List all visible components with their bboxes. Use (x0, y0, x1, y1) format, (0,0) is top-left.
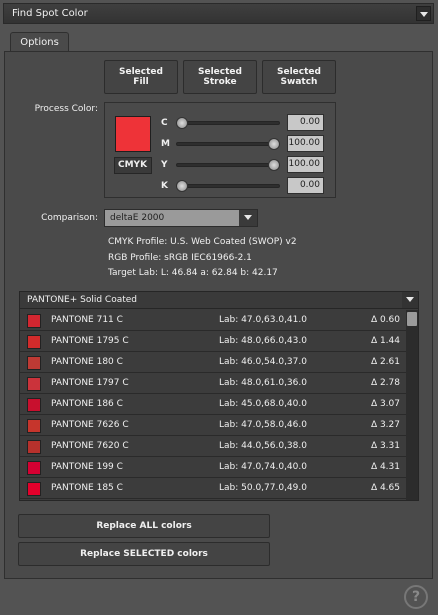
color-name: PANTONE 185 C (51, 483, 123, 493)
color-swatch (27, 314, 41, 328)
library-scrollbar[interactable] (406, 310, 418, 500)
color-name: PANTONE 1797 C (51, 378, 129, 388)
rgb-profile-text: RGB Profile: sRGB IEC61966-2.1 (108, 253, 252, 263)
chevron-down-icon (244, 215, 252, 220)
help-icon[interactable]: ? (404, 585, 428, 609)
channel-slider[interactable] (176, 117, 280, 129)
list-item[interactable]: PANTONE 1795 C Lab: 48.0,66.0,43.0 Δ 1.44 (20, 331, 406, 352)
cmyk-profile-text: CMYK Profile: U.S. Web Coated (SWOP) v2 (108, 237, 297, 247)
delta-value: Δ 3.07 (370, 399, 400, 409)
list-item[interactable]: PANTONE 1797 C Lab: 48.0,61.0,36.0 Δ 2.78 (20, 373, 406, 394)
color-name: PANTONE 186 C (51, 399, 123, 409)
color-library-list: PANTONE+ Solid Coated PANTONE 711 C Lab: … (19, 291, 419, 501)
library-scrollbar-thumb[interactable] (407, 312, 417, 326)
channel-label: K (161, 181, 168, 191)
process-color-label: Process Color: (34, 104, 98, 114)
channel-label: M (161, 139, 170, 149)
channel-slider[interactable] (176, 159, 280, 171)
lab-value: Lab: 47.0,58.0,46.0 (219, 420, 307, 430)
library-name: PANTONE+ Solid Coated (27, 295, 138, 305)
color-name: PANTONE 199 C (51, 462, 123, 472)
channel-label: C (161, 118, 168, 128)
color-swatch (27, 398, 41, 412)
lab-value: Lab: 48.0,66.0,43.0 (219, 336, 307, 346)
panel-title-bar: Find Spot Color (3, 3, 434, 24)
library-dropdown-button[interactable] (402, 292, 418, 308)
color-name: PANTONE 180 C (51, 357, 123, 367)
color-swatch (27, 461, 41, 475)
panel-menu-button[interactable] (416, 6, 431, 21)
replace-selected-button[interactable]: Replace SELECTED colors (18, 542, 270, 566)
comparison-select[interactable]: deltaE 2000 (104, 209, 258, 227)
comparison-value: deltaE 2000 (110, 213, 165, 223)
list-item[interactable]: PANTONE 199 C Lab: 47.0,74.0,40.0 Δ 4.31 (20, 457, 406, 478)
lab-value: Lab: 47.0,74.0,40.0 (219, 462, 307, 472)
lab-value: Lab: 48.0,61.0,36.0 (219, 378, 307, 388)
channel-slider[interactable] (176, 180, 280, 192)
delta-value: Δ 2.78 (370, 378, 400, 388)
selected-stroke-button[interactable]: Selected Stroke (183, 60, 257, 94)
channel-slider[interactable] (176, 138, 280, 150)
color-name: PANTONE 1795 C (51, 336, 129, 346)
lab-value: Lab: 45.0,68.0,40.0 (219, 399, 307, 409)
lab-value: Lab: 46.0,54.0,37.0 (219, 357, 307, 367)
library-select[interactable]: PANTONE+ Solid Coated (20, 292, 418, 309)
replace-all-button[interactable]: Replace ALL colors (18, 514, 270, 538)
color-name: PANTONE 7620 C (51, 441, 129, 451)
color-swatch (27, 335, 41, 349)
list-item[interactable]: PANTONE 180 C Lab: 46.0,54.0,37.0 Δ 2.61 (20, 352, 406, 373)
selected-fill-button[interactable]: Selected Fill (104, 60, 178, 94)
list-item[interactable]: PANTONE 186 C Lab: 45.0,68.0,40.0 Δ 3.07 (20, 394, 406, 415)
delta-value: Δ 4.65 (370, 483, 400, 493)
process-color-swatch[interactable] (115, 116, 151, 152)
target-lab-text: Target Lab: L: 46.84 a: 62.84 b: 42.17 (108, 268, 278, 278)
lab-value: Lab: 47.0,63.0,41.0 (219, 315, 307, 325)
slider-knob[interactable] (176, 117, 188, 129)
list-item[interactable]: PANTONE 185 C Lab: 50.0,77.0,49.0 Δ 4.65 (20, 478, 406, 499)
list-item[interactable]: PANTONE 7620 C Lab: 44.0,56.0,38.0 Δ 3.31 (20, 436, 406, 457)
color-name: PANTONE 7626 C (51, 420, 129, 430)
selected-swatch-button[interactable]: Selected Swatch (262, 60, 336, 94)
list-item[interactable]: PANTONE 7626 C Lab: 47.0,58.0,46.0 Δ 3.27 (20, 415, 406, 436)
color-swatch (27, 482, 41, 496)
delta-value: Δ 1.44 (370, 336, 400, 346)
color-swatch (27, 356, 41, 370)
comparison-dropdown-button[interactable] (239, 210, 257, 226)
delta-value: Δ 3.27 (370, 420, 400, 430)
channel-value-field[interactable]: 100.00 (287, 135, 324, 152)
channel-label: Y (161, 160, 168, 170)
delta-value: Δ 3.31 (370, 441, 400, 451)
chevron-down-icon (420, 12, 428, 17)
delta-value: Δ 4.31 (370, 462, 400, 472)
delta-value: Δ 2.61 (370, 357, 400, 367)
color-name: PANTONE 711 C (51, 315, 123, 325)
lab-value: Lab: 50.0,77.0,49.0 (219, 483, 307, 493)
chevron-down-icon (406, 297, 414, 302)
slider-knob[interactable] (176, 180, 188, 192)
lab-value: Lab: 44.0,56.0,38.0 (219, 441, 307, 451)
panel-title: Find Spot Color (12, 8, 88, 19)
color-swatch (27, 440, 41, 454)
comparison-label: Comparison: (41, 213, 98, 223)
channel-value-field[interactable]: 0.00 (287, 177, 324, 194)
color-mode-button[interactable]: CMYK (114, 157, 152, 174)
color-swatch (27, 419, 41, 433)
library-rows: PANTONE 711 C Lab: 47.0,63.0,41.0 Δ 0.60 PA… (20, 310, 406, 500)
list-item[interactable]: PANTONE 711 C Lab: 47.0,63.0,41.0 Δ 0.60 (20, 310, 406, 331)
tab-options[interactable]: Options (10, 32, 69, 52)
color-swatch (27, 377, 41, 391)
slider-knob[interactable] (268, 138, 280, 150)
delta-value: Δ 0.60 (370, 315, 400, 325)
channel-value-field[interactable]: 100.00 (287, 156, 324, 173)
channel-value-field[interactable]: 0.00 (287, 114, 324, 131)
slider-knob[interactable] (268, 159, 280, 171)
